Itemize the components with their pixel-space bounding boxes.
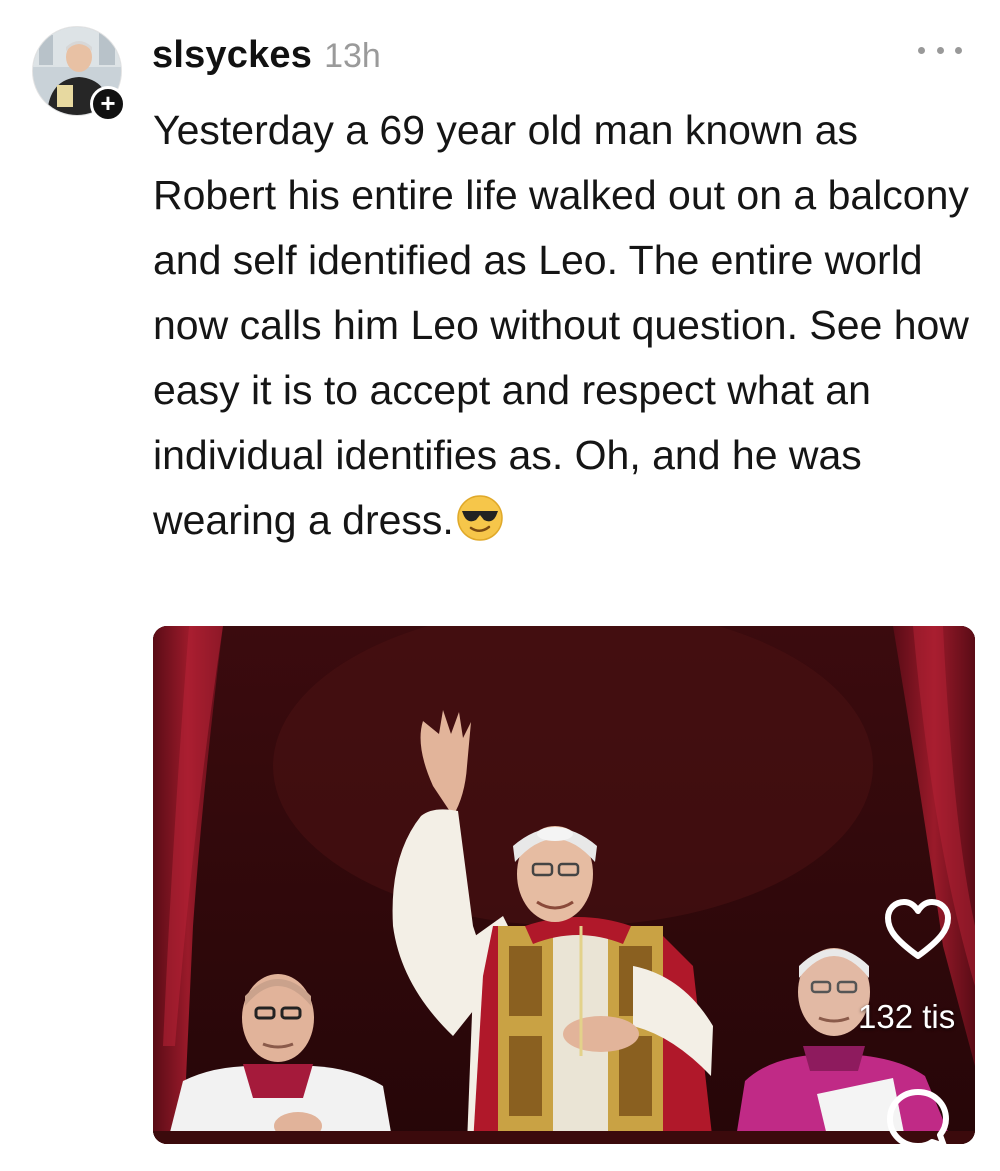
more-dot-icon bbox=[936, 46, 944, 54]
comment-icon[interactable] bbox=[882, 1084, 954, 1156]
post-photo[interactable] bbox=[153, 626, 975, 1144]
author-avatar[interactable]: + bbox=[32, 26, 126, 122]
post-timestamp: 13h bbox=[324, 37, 381, 75]
more-dot-icon bbox=[918, 46, 925, 54]
like-count: 132 tis bbox=[858, 998, 956, 1035]
post: + slsyckes 13h Yesterday a 69 year old m… bbox=[0, 0, 1000, 1171]
post-header: slsyckes 13h bbox=[152, 34, 381, 78]
more-dot-icon bbox=[955, 46, 962, 54]
post-caption: Yesterday a 69 year old man known as Rob… bbox=[153, 98, 973, 553]
follow-button[interactable]: + bbox=[90, 86, 126, 122]
heart-icon[interactable] bbox=[882, 894, 954, 966]
username[interactable]: slsyckes bbox=[152, 34, 312, 77]
more-options-button[interactable] bbox=[918, 40, 962, 60]
sunglasses-emoji-icon bbox=[457, 495, 503, 541]
caption-text: Yesterday a 69 year old man known as Rob… bbox=[153, 107, 969, 543]
